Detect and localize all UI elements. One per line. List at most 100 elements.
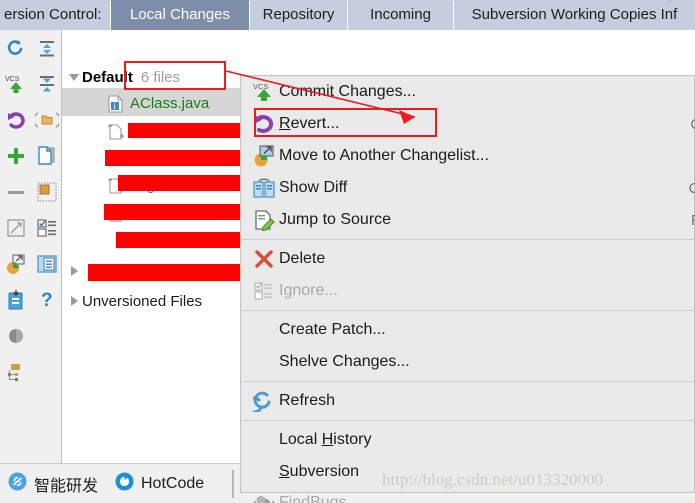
move-to-changelist-icon[interactable] <box>0 246 31 282</box>
changelist-name: Default <box>82 68 133 86</box>
menu-label-commit-changes: Commit Changes... <box>279 83 416 100</box>
menu-label-delete: Delete <box>279 250 326 267</box>
menu-accel-revert: Ctrl+Alt <box>690 116 695 133</box>
vcs-commit-icon[interactable]: VCS <box>0 66 31 102</box>
remove-changelist-icon[interactable] <box>0 174 31 210</box>
add-changelist-icon[interactable] <box>0 138 31 174</box>
changelist-file-count: 6 files <box>140 68 181 86</box>
status-label-hotcode: HotCode <box>141 474 205 492</box>
revert-icon <box>249 112 279 136</box>
vcs-toolbar-column-left: VCS <box>0 30 31 390</box>
tree-node-unversioned-files[interactable]: Unversioned Files <box>66 288 202 314</box>
menu-label-refresh: Refresh <box>279 392 336 409</box>
tab-repository[interactable]: Repository <box>250 0 347 30</box>
tree-row-aclass-java[interactable]: i AClass.java <box>108 90 209 116</box>
shelve-icon[interactable] <box>0 282 31 318</box>
tabbar-notch <box>669 0 670 2</box>
menu-label-findbugs: FindBugs <box>279 494 347 503</box>
menu-icon-placeholder <box>249 318 279 342</box>
vcs-commit-icon: VCS <box>249 80 279 104</box>
hotcode-icon <box>115 472 134 496</box>
tab-subversion-working-copies-info[interactable]: Subversion Working Copies Inf <box>454 0 695 30</box>
vcs-toolbar-column-right: ? <box>31 30 62 318</box>
status-item-hotcode[interactable]: HotCode <box>115 464 204 503</box>
group-by-icon[interactable] <box>0 354 31 390</box>
chevron-right-icon[interactable] <box>66 258 82 284</box>
menu-label-move-to-another-changelist: Move to Another Changelist... <box>279 147 489 164</box>
svg-text:?: ? <box>41 290 53 311</box>
refresh-icon[interactable] <box>0 30 31 66</box>
tab-incoming[interactable]: Incoming <box>348 0 453 30</box>
menu-label-local-history-mnemonic: H <box>321 431 334 448</box>
menu-separator <box>241 239 694 240</box>
modified-file-icon <box>108 123 124 140</box>
menu-item-move-to-another-changelist[interactable]: Move to Another Changelist... <box>241 140 694 172</box>
unversioned-files-label: Unversioned Files <box>82 292 203 310</box>
link-circle-icon <box>8 472 27 496</box>
collapse-all-icon[interactable] <box>31 66 62 102</box>
redaction-bar <box>88 264 263 281</box>
menu-label-local-history-post: istory <box>333 431 372 448</box>
status-label-smart-rd: 智能研发 <box>34 477 99 495</box>
show-diff-icon <box>249 176 279 200</box>
copy-icon[interactable] <box>31 138 62 174</box>
status-item-smart-rd[interactable]: 智能研发 <box>8 464 98 503</box>
show-folders-icon[interactable] <box>31 102 62 138</box>
menu-item-show-diff[interactable]: Show Diff Ctrl <box>241 172 695 204</box>
ignore-icon <box>249 279 279 303</box>
vcs-toolbar: VCS ? <box>0 30 62 463</box>
checkbox-list-icon[interactable] <box>31 210 62 246</box>
rollback-icon[interactable] <box>0 318 31 354</box>
menu-separator <box>241 420 694 421</box>
menu-item-subversion[interactable]: Subversion <box>241 456 694 488</box>
menu-label-local-history: Local History <box>279 431 372 449</box>
menu-item-revert[interactable]: Revert... Ctrl+Alt <box>241 108 695 140</box>
menu-separator <box>241 381 694 382</box>
tool-window-title: ersion Control: <box>4 6 102 23</box>
menu-label-shelve-changes: Shelve Changes... <box>279 353 410 370</box>
chevron-down-icon[interactable] <box>66 64 82 90</box>
preview-panel-icon[interactable] <box>31 246 62 282</box>
set-active-icon[interactable] <box>0 210 31 246</box>
show-ignored-icon[interactable] <box>31 174 62 210</box>
menu-label-revert: Revert... <box>279 115 339 133</box>
menu-item-findbugs: FindBugs <box>241 488 694 503</box>
findbugs-icon <box>249 491 279 503</box>
menu-item-shelve-changes[interactable]: Shelve Changes... <box>241 346 694 378</box>
menu-label-show-diff: Show Diff <box>279 179 348 196</box>
menu-label-local-history-pre: Local <box>279 431 322 448</box>
menu-label-revert-mnemonic: R <box>279 115 291 132</box>
version-control-window: ersion Control: Local Changes Repository… <box>0 0 695 503</box>
menu-item-local-history[interactable]: Local History <box>241 424 694 456</box>
chevron-right-icon[interactable] <box>66 288 82 314</box>
menu-item-ignore: Ignore... <box>241 275 694 307</box>
refresh-icon <box>249 389 279 413</box>
menu-label-ignore: Ignore... <box>279 282 338 299</box>
jump-to-source-icon <box>249 208 279 232</box>
tool-window-tabbar: ersion Control: Local Changes Repository… <box>0 0 695 30</box>
menu-label-subversion: Subversion <box>279 463 359 481</box>
menu-item-jump-to-source[interactable]: Jump to Source F <box>241 204 695 236</box>
menu-item-delete[interactable]: Delete <box>241 243 694 275</box>
menu-label-revert-rest: evert... <box>290 115 340 132</box>
svg-text:VCS: VCS <box>5 76 20 83</box>
svg-text:VCS: VCS <box>253 82 268 91</box>
tree-node-changelist-other[interactable] <box>66 258 82 284</box>
status-bar-divider <box>232 470 234 498</box>
expand-all-icon[interactable] <box>31 30 62 66</box>
menu-icon-placeholder <box>249 460 279 484</box>
help-icon[interactable]: ? <box>31 282 62 318</box>
menu-item-commit-changes[interactable]: VCS Commit Changes... <box>241 76 694 108</box>
menu-accel-show-diff: Ctrl <box>688 179 695 197</box>
redaction-bar <box>118 175 248 191</box>
menu-item-refresh[interactable]: Refresh <box>241 385 694 417</box>
context-menu[interactable]: VCS Commit Changes... Revert... Ctrl+Alt <box>240 75 695 503</box>
delete-x-icon <box>249 247 279 271</box>
tab-local-changes[interactable]: Local Changes <box>111 0 249 30</box>
menu-icon-placeholder <box>249 350 279 374</box>
java-file-icon: i <box>108 95 124 113</box>
tree-node-changelist-default[interactable]: Default 6 files <box>66 64 180 90</box>
file-name-aclass-java: AClass.java <box>130 94 210 112</box>
revert-icon[interactable] <box>0 102 31 138</box>
menu-item-create-patch[interactable]: Create Patch... <box>241 314 694 346</box>
